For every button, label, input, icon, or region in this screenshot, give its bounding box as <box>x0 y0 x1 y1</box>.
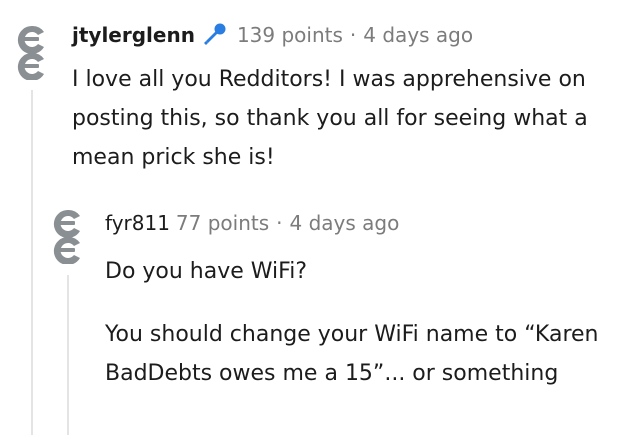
thread-collapse-line[interactable] <box>67 275 69 435</box>
comment-username[interactable]: fyr811 <box>105 211 170 235</box>
comment-header: fyr811 77 points · 4 days ago <box>105 211 399 235</box>
thread-collapse-line[interactable] <box>31 90 33 435</box>
meta-separator: · <box>349 23 357 47</box>
user-avatar-icon[interactable] <box>14 24 50 80</box>
comment-body: I love all you Redditors! I was apprehen… <box>72 67 588 170</box>
microphone-icon <box>201 22 227 48</box>
meta-separator: · <box>276 211 283 235</box>
comment-time: 4 days ago <box>363 23 474 47</box>
comment-points: 139 points <box>236 23 343 47</box>
comment-header: jtylerglenn 139 points · 4 days ago <box>72 22 473 48</box>
comment-body-paragraph: Do you have WiFi? <box>105 259 308 284</box>
comment-body-paragraph: You should change your WiFi name to “Kar… <box>105 322 599 386</box>
comment-time: 4 days ago <box>289 211 400 235</box>
comment-points: 77 points <box>175 211 270 235</box>
comment-username[interactable]: jtylerglenn <box>72 23 195 47</box>
comment-thread: jtylerglenn 139 points · 4 days ago I lo… <box>0 0 622 435</box>
user-avatar-icon[interactable] <box>50 208 86 264</box>
